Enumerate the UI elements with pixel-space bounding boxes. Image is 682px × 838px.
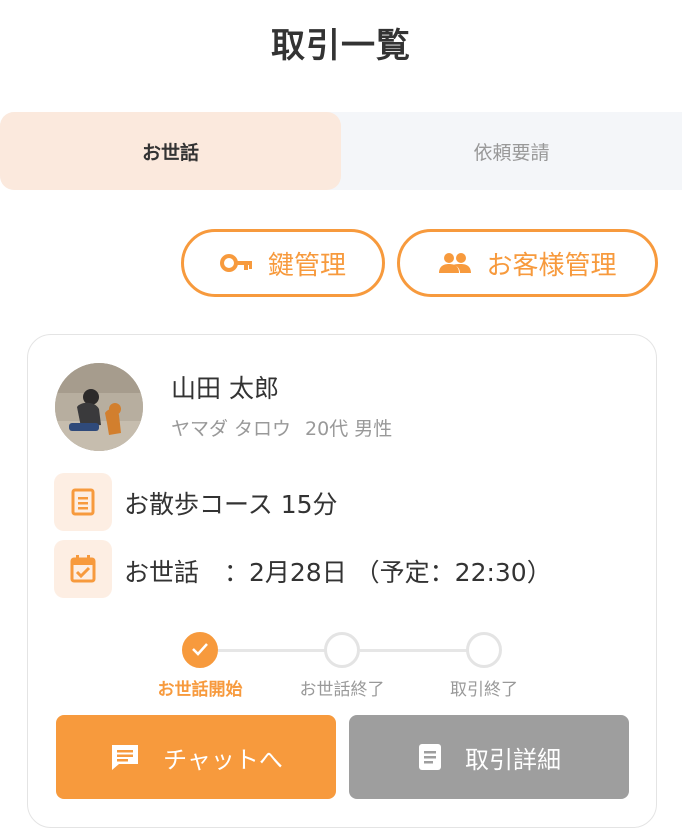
key-management-button[interactable]: 鍵管理 bbox=[181, 229, 385, 297]
tab-request[interactable]: 依頼要請 bbox=[341, 112, 682, 190]
user-profile: 20代 男性 bbox=[305, 418, 393, 440]
step-label-finished: お世話終了 bbox=[299, 680, 385, 700]
customer-management-label: お客様管理 bbox=[486, 250, 617, 281]
avatar bbox=[55, 363, 143, 451]
step-circle-closed bbox=[466, 632, 502, 668]
progress-steps: お世話開始 お世話終了 取引終了 bbox=[28, 631, 658, 701]
customer-management-button[interactable]: お客様管理 bbox=[397, 229, 658, 297]
document-icon bbox=[417, 743, 443, 771]
course-text: お散歩コース 15分 bbox=[124, 490, 338, 519]
calendar-check-icon bbox=[54, 540, 112, 598]
user-name: 山田 太郎 bbox=[171, 374, 279, 403]
step-circle-started bbox=[182, 632, 218, 668]
tab-bar: お世話 依頼要請 bbox=[0, 112, 682, 190]
chat-bubble-icon bbox=[109, 742, 141, 772]
trade-detail-button[interactable]: 取引詳細 bbox=[349, 715, 629, 799]
trade-card: 山田 太郎 ヤマダ タロウ 20代 男性 お散歩コース 15分 お世話 ：2月28… bbox=[27, 334, 657, 828]
user-kana: ヤマダ タロウ bbox=[171, 418, 292, 440]
progress-line bbox=[218, 649, 338, 652]
trade-detail-button-label: 取引詳細 bbox=[465, 745, 561, 774]
step-label-started: お世話開始 bbox=[157, 680, 243, 700]
check-icon bbox=[191, 641, 209, 660]
key-management-label: 鍵管理 bbox=[267, 250, 346, 281]
schedule-text: お世話 ：2月28日 （予定：22:30） bbox=[124, 558, 552, 587]
key-icon bbox=[219, 253, 254, 273]
chat-button-label: チャットへ bbox=[163, 745, 283, 774]
page-title: 取引一覧 bbox=[271, 26, 411, 66]
tab-care[interactable]: お世話 bbox=[0, 112, 341, 190]
step-circle-finished bbox=[324, 632, 360, 668]
document-icon bbox=[54, 473, 112, 531]
user-subtitle: ヤマダ タロウ 20代 男性 bbox=[171, 414, 406, 441]
trade-list-page: 取引一覧 お世話 依頼要請 鍵管理 お客様管理 山田 太郎 ヤマダ タロウ 20… bbox=[0, 0, 682, 838]
chat-button[interactable]: チャットへ bbox=[56, 715, 336, 799]
step-label-closed: 取引終了 bbox=[450, 680, 518, 700]
people-icon bbox=[438, 251, 472, 275]
progress-line bbox=[360, 649, 480, 652]
